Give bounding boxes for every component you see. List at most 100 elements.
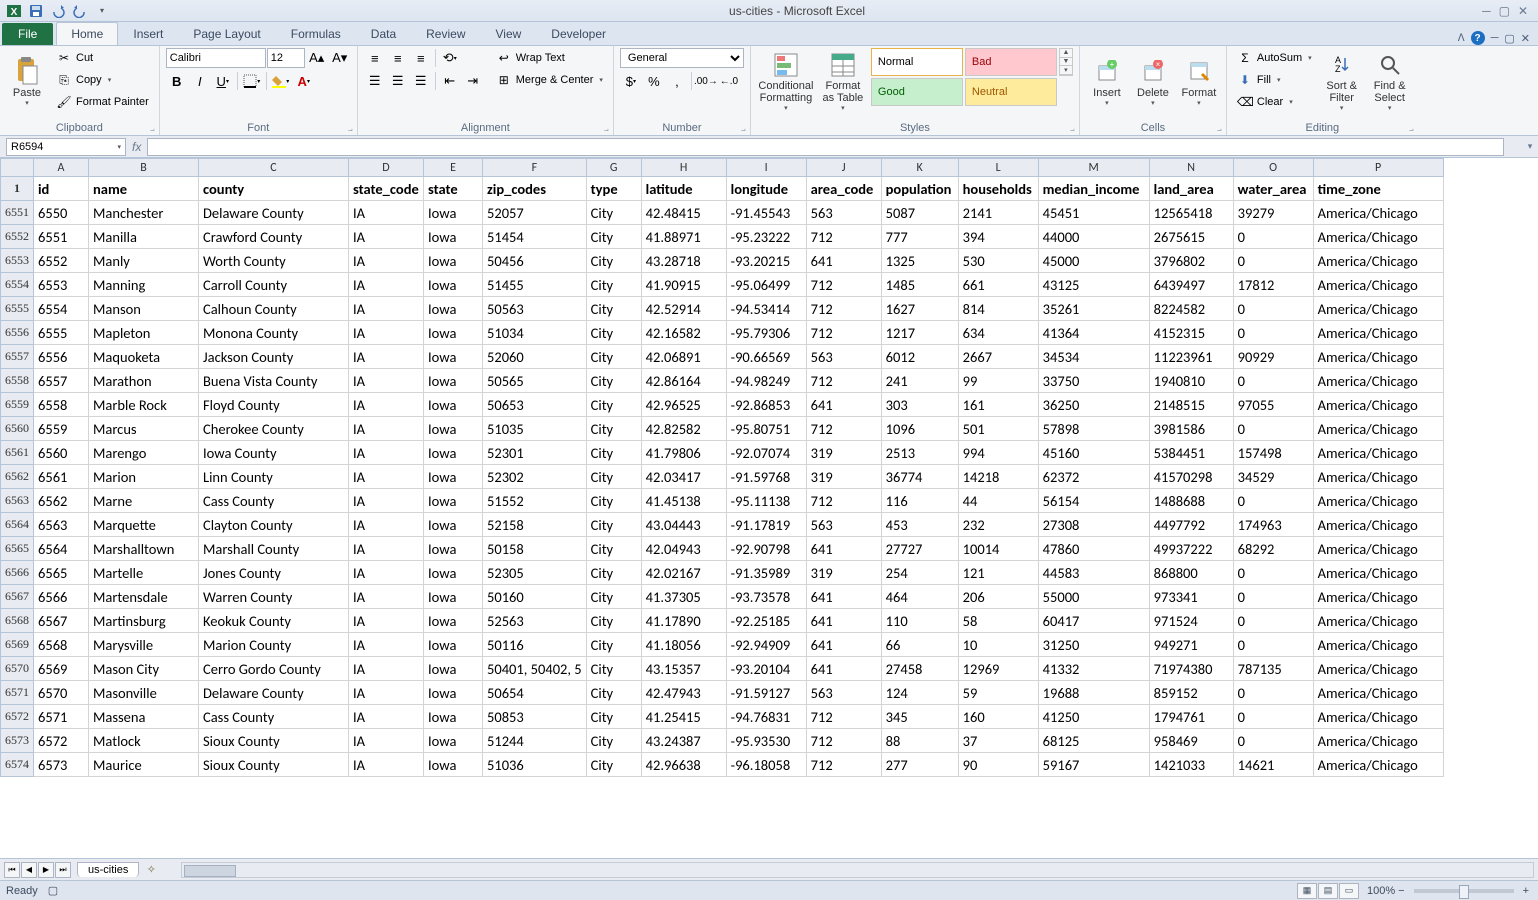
cell[interactable]: Iowa: [424, 201, 483, 225]
cell[interactable]: 27727: [881, 537, 958, 561]
cell[interactable]: IA: [349, 609, 424, 633]
cell[interactable]: Marshall County: [199, 537, 349, 561]
cell[interactable]: 41.45138: [641, 489, 726, 513]
decrease-decimal-icon[interactable]: ←.0: [718, 71, 740, 91]
cell[interactable]: 303: [881, 393, 958, 417]
cell[interactable]: longitude: [726, 177, 806, 201]
cell[interactable]: 41.25415: [641, 705, 726, 729]
cell[interactable]: America/Chicago: [1313, 225, 1443, 249]
cell[interactable]: 6560: [34, 441, 89, 465]
cell[interactable]: 41.79806: [641, 441, 726, 465]
sheet-nav-last-icon[interactable]: ⏭: [55, 862, 71, 878]
cell[interactable]: 2667: [958, 345, 1038, 369]
cell[interactable]: 501: [958, 417, 1038, 441]
cell[interactable]: 43.28718: [641, 249, 726, 273]
cell[interactable]: IA: [349, 465, 424, 489]
cell[interactable]: 124: [881, 681, 958, 705]
cell[interactable]: 14621: [1233, 753, 1313, 777]
cell[interactable]: 712: [806, 273, 881, 297]
cell[interactable]: 41570298: [1149, 465, 1233, 489]
cell[interactable]: America/Chicago: [1313, 585, 1443, 609]
cell[interactable]: 6571: [34, 705, 89, 729]
cell[interactable]: Iowa: [424, 489, 483, 513]
tab-view[interactable]: View: [481, 22, 537, 45]
decrease-indent-icon[interactable]: ⇤: [439, 71, 461, 91]
cell[interactable]: zip_codes: [483, 177, 587, 201]
cell[interactable]: 99: [958, 369, 1038, 393]
cell[interactable]: 6558: [34, 393, 89, 417]
cell[interactable]: America/Chicago: [1313, 249, 1443, 273]
zoom-in-icon[interactable]: +: [1520, 885, 1532, 897]
cell[interactable]: 47860: [1038, 537, 1149, 561]
macro-record-icon[interactable]: ▢: [48, 884, 58, 897]
cell[interactable]: 50853: [483, 705, 587, 729]
cell[interactable]: America/Chicago: [1313, 345, 1443, 369]
cell[interactable]: 712: [806, 753, 881, 777]
cell[interactable]: 777: [881, 225, 958, 249]
cell[interactable]: 0: [1233, 417, 1313, 441]
row-header[interactable]: 6569: [1, 633, 34, 657]
cell[interactable]: -94.98249: [726, 369, 806, 393]
cell[interactable]: IA: [349, 585, 424, 609]
cell[interactable]: 949271: [1149, 633, 1233, 657]
restore-icon[interactable]: ▢: [1499, 4, 1510, 18]
cell[interactable]: 787135: [1233, 657, 1313, 681]
cell[interactable]: median_income: [1038, 177, 1149, 201]
comma-format-icon[interactable]: ,: [666, 71, 688, 91]
cell[interactable]: 6551: [34, 225, 89, 249]
cell[interactable]: City: [586, 345, 641, 369]
cell[interactable]: -91.59768: [726, 465, 806, 489]
style-neutral[interactable]: Neutral: [965, 78, 1057, 106]
cell[interactable]: 712: [806, 729, 881, 753]
cell[interactable]: 51552: [483, 489, 587, 513]
cell[interactable]: 6566: [34, 585, 89, 609]
cell[interactable]: Iowa: [424, 345, 483, 369]
cell[interactable]: America/Chicago: [1313, 441, 1443, 465]
cell[interactable]: 712: [806, 297, 881, 321]
sheet-nav-next-icon[interactable]: ▶: [38, 862, 54, 878]
cell[interactable]: 44: [958, 489, 1038, 513]
cell[interactable]: Iowa: [424, 537, 483, 561]
cell-styles-gallery[interactable]: Normal Bad ▲▼▾ Good Neutral: [871, 48, 1073, 106]
cell[interactable]: Iowa: [424, 753, 483, 777]
cell[interactable]: -95.11138: [726, 489, 806, 513]
page-break-view-icon[interactable]: ▭: [1339, 883, 1359, 899]
cell[interactable]: IA: [349, 441, 424, 465]
cell[interactable]: 712: [806, 321, 881, 345]
cell[interactable]: 971524: [1149, 609, 1233, 633]
row-header[interactable]: 6557: [1, 345, 34, 369]
cell[interactable]: 50654: [483, 681, 587, 705]
italic-button[interactable]: I: [189, 71, 211, 91]
cell[interactable]: Keokuk County: [199, 609, 349, 633]
cell[interactable]: 50116: [483, 633, 587, 657]
cell[interactable]: City: [586, 297, 641, 321]
cell[interactable]: 36250: [1038, 393, 1149, 417]
tab-developer[interactable]: Developer: [536, 22, 621, 45]
cell[interactable]: 88: [881, 729, 958, 753]
cell[interactable]: Martelle: [89, 561, 199, 585]
cell[interactable]: 44000: [1038, 225, 1149, 249]
accounting-format-icon[interactable]: $▾: [620, 71, 642, 91]
cell[interactable]: 394: [958, 225, 1038, 249]
cell[interactable]: City: [586, 537, 641, 561]
cell[interactable]: 6572: [34, 729, 89, 753]
cell[interactable]: state: [424, 177, 483, 201]
wrap-text-button[interactable]: ↩Wrap Text: [492, 48, 607, 68]
cell[interactable]: 97055: [1233, 393, 1313, 417]
cell[interactable]: Crawford County: [199, 225, 349, 249]
cell[interactable]: City: [586, 393, 641, 417]
cell[interactable]: 161: [958, 393, 1038, 417]
cell[interactable]: 0: [1233, 321, 1313, 345]
row-header[interactable]: 6558: [1, 369, 34, 393]
sheet-nav-prev-icon[interactable]: ◀: [21, 862, 37, 878]
cell[interactable]: 0: [1233, 369, 1313, 393]
cell[interactable]: 712: [806, 417, 881, 441]
column-header[interactable]: A: [34, 159, 89, 177]
row-header[interactable]: 6565: [1, 537, 34, 561]
cell[interactable]: 6554: [34, 297, 89, 321]
window-close-icon[interactable]: ✕: [1521, 32, 1530, 45]
column-header[interactable]: H: [641, 159, 726, 177]
cell[interactable]: -95.06499: [726, 273, 806, 297]
sheet-tab-active[interactable]: us-cities: [77, 862, 139, 877]
window-restore-icon[interactable]: ▢: [1504, 32, 1514, 45]
